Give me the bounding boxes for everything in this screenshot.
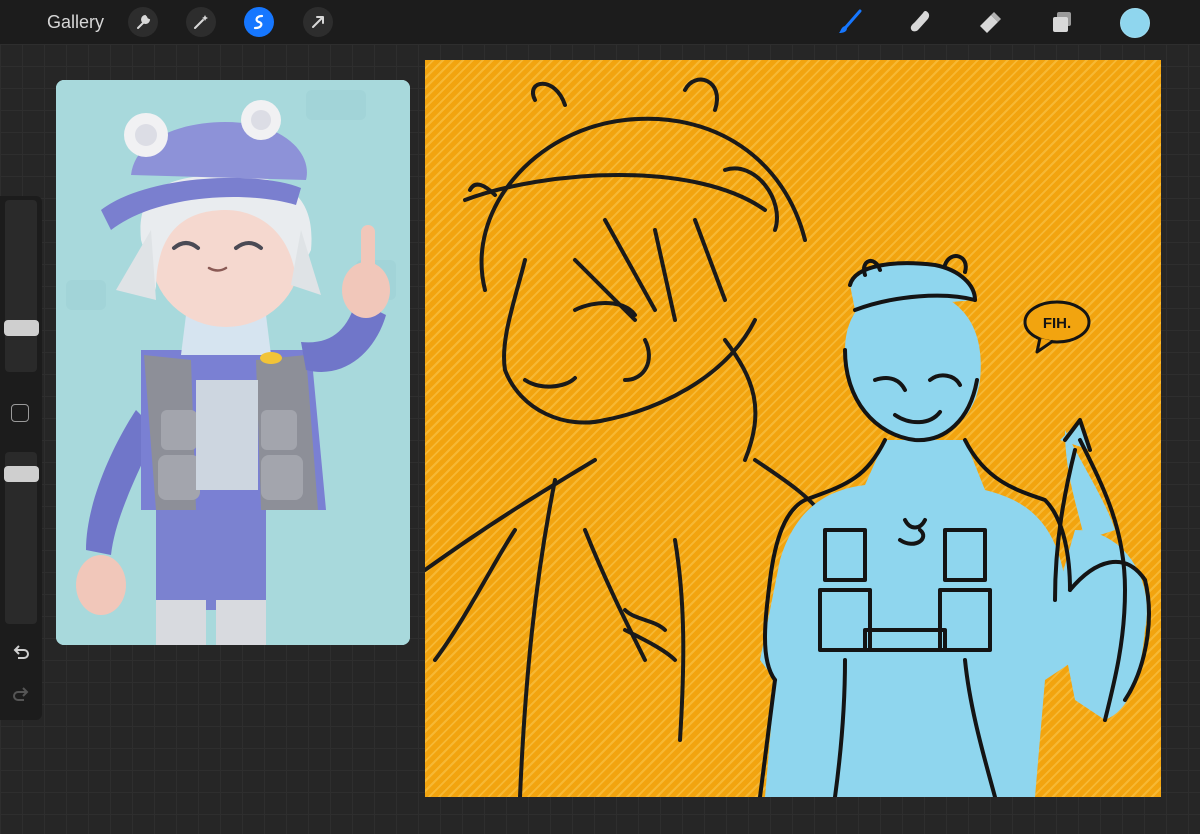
- brush-icon[interactable]: [834, 6, 866, 38]
- left-sidebar: [0, 196, 42, 720]
- transform-arrow-icon[interactable]: [303, 7, 333, 37]
- undo-icon[interactable]: [10, 642, 32, 664]
- top-toolbar: Gallery: [0, 0, 1200, 44]
- speech-bubble-text: FIH.: [1043, 315, 1071, 332]
- modify-button[interactable]: [11, 404, 29, 422]
- brush-size-slider[interactable]: [5, 200, 37, 372]
- eraser-icon[interactable]: [974, 6, 1006, 38]
- selection-icon[interactable]: [244, 7, 274, 37]
- large-head-sketch: [425, 77, 827, 797]
- opacity-thumb[interactable]: [4, 466, 39, 482]
- drawing-canvas[interactable]: FIH.: [425, 60, 1161, 797]
- reference-image-panel[interactable]: [56, 80, 410, 645]
- sketch-artwork: FIH.: [425, 77, 1151, 797]
- smudge-icon[interactable]: [904, 6, 936, 38]
- reference-character-illustration: [56, 80, 410, 645]
- layers-icon[interactable]: [1046, 6, 1078, 38]
- speech-bubble: FIH.: [1023, 300, 1091, 354]
- redo-icon[interactable]: [10, 684, 32, 706]
- color-picker-swatch[interactable]: [1120, 8, 1150, 38]
- wrench-icon[interactable]: [128, 7, 158, 37]
- magic-wand-icon[interactable]: [186, 7, 216, 37]
- gallery-button[interactable]: Gallery: [47, 12, 104, 33]
- brush-size-thumb[interactable]: [4, 320, 39, 336]
